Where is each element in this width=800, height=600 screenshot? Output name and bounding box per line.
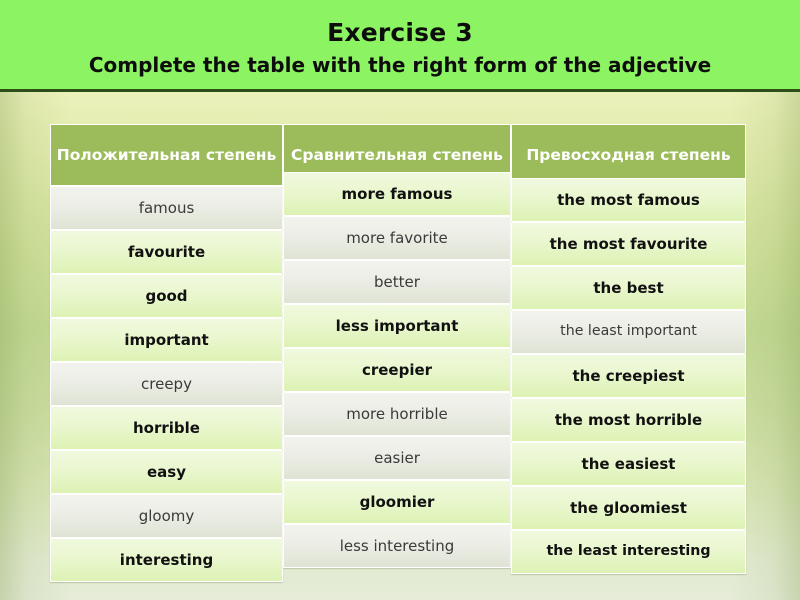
cell-positive[interactable]: easy	[50, 450, 283, 494]
cell-superlative[interactable]: the least important	[511, 310, 746, 354]
page-subtitle: Complete the table with the right form o…	[88, 53, 712, 78]
cell-positive[interactable]: horrible	[50, 406, 283, 450]
cell-positive[interactable]: famous	[50, 186, 283, 230]
cell-superlative[interactable]: the most favourite	[511, 222, 746, 266]
cell-positive[interactable]: good	[50, 274, 283, 318]
column-comparative: more famous more favorite better less impor…	[283, 172, 511, 568]
column-positive: famous favourite good important creepy horrib…	[50, 186, 283, 582]
cell-positive[interactable]: important	[50, 318, 283, 362]
cell-comparative[interactable]: creepier	[283, 348, 511, 392]
slide-canvas: Exercise 3 Complete the table with the r…	[0, 0, 800, 600]
cell-superlative[interactable]: the most famous	[511, 178, 746, 222]
cell-positive[interactable]: gloomy	[50, 494, 283, 538]
column-header-superlative: Превосходная степень	[511, 124, 746, 186]
cell-comparative[interactable]: easier	[283, 436, 511, 480]
cell-superlative[interactable]: the gloomiest	[511, 486, 746, 530]
cell-superlative[interactable]: the easiest	[511, 442, 746, 486]
cell-comparative[interactable]: more horrible	[283, 392, 511, 436]
cell-positive[interactable]: creepy	[50, 362, 283, 406]
adjectives-table: Положительная степень Сравнительная степ…	[50, 124, 746, 588]
cell-comparative[interactable]: less interesting	[283, 524, 511, 568]
cell-positive[interactable]: interesting	[50, 538, 283, 582]
cell-positive[interactable]: favourite	[50, 230, 283, 274]
cell-comparative[interactable]: better	[283, 260, 511, 304]
cell-superlative[interactable]: the creepiest	[511, 354, 746, 398]
cell-superlative[interactable]: the most horrible	[511, 398, 746, 442]
cell-comparative[interactable]: more famous	[283, 172, 511, 216]
cell-comparative[interactable]: gloomier	[283, 480, 511, 524]
cell-comparative[interactable]: more favorite	[283, 216, 511, 260]
page-title: Exercise 3	[327, 18, 473, 47]
cell-comparative[interactable]: less important	[283, 304, 511, 348]
title-band: Exercise 3 Complete the table with the r…	[0, 0, 800, 92]
cell-superlative[interactable]: the best	[511, 266, 746, 310]
table-body: famous favourite good important creepy horrib…	[50, 172, 746, 588]
column-superlative: the most famous the most favourite the bes…	[511, 178, 746, 574]
column-header-positive: Положительная степень	[50, 124, 283, 186]
cell-superlative[interactable]: the least interesting	[511, 530, 746, 574]
